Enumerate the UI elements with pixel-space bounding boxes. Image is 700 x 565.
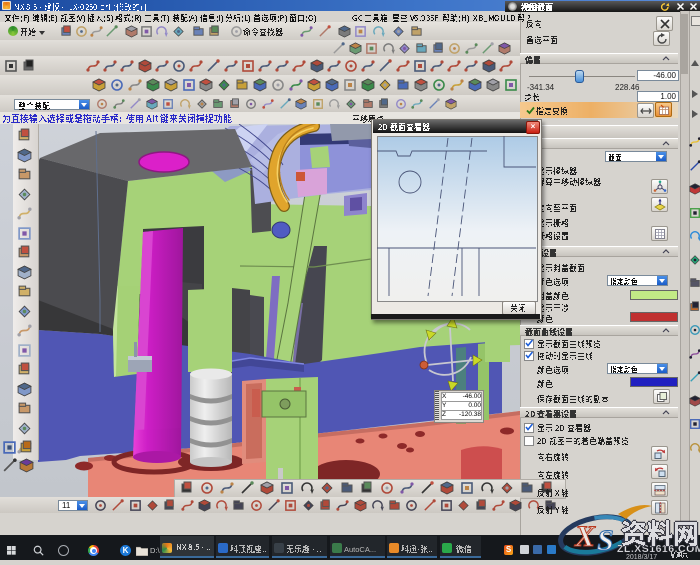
- svg-text:S: S: [597, 524, 614, 557]
- svg-text:X: X: [574, 520, 596, 553]
- svg-text:2018/3/17: 2018/3/17: [626, 554, 657, 560]
